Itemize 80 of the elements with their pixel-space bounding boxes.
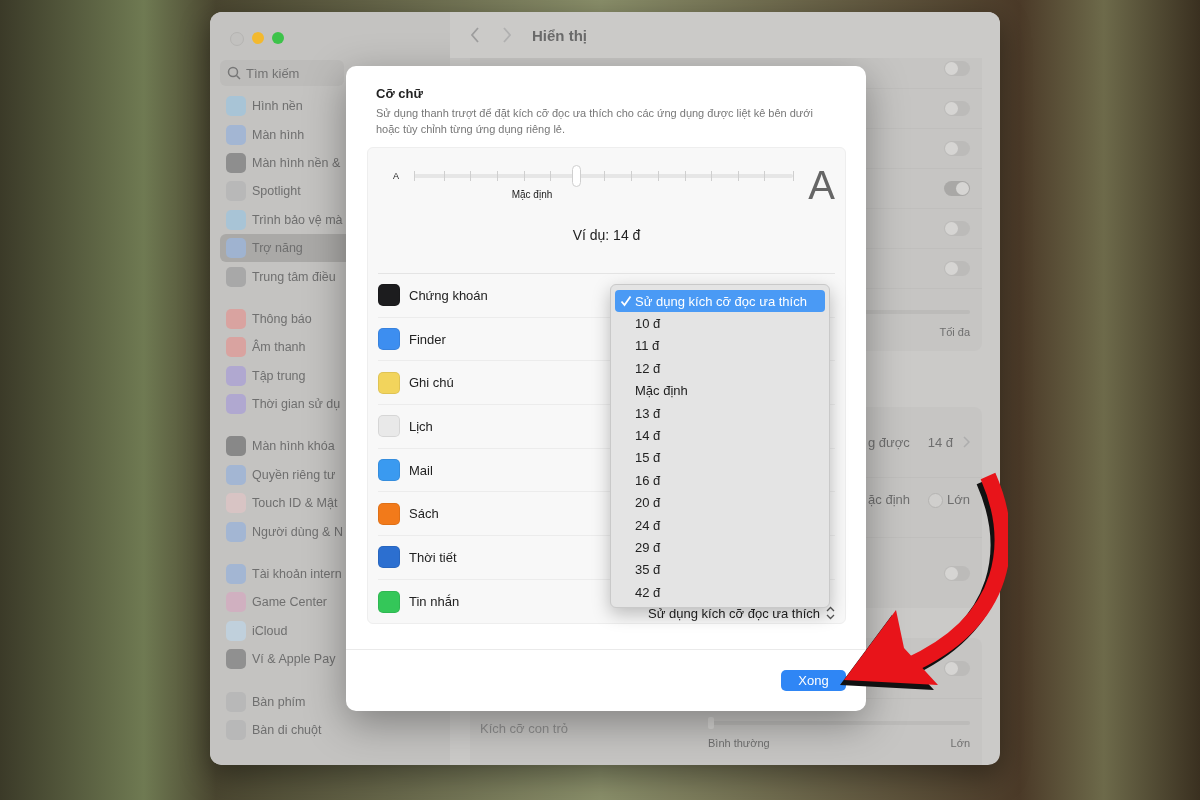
- search-field[interactable]: Tìm kiếm: [220, 60, 344, 86]
- slider-label: Lớn: [950, 737, 970, 749]
- toggle-switch[interactable]: [944, 660, 970, 676]
- option-label: Lớn: [947, 492, 970, 507]
- setting-value: 14 đ: [927, 434, 953, 450]
- sidebar-item[interactable]: Màn hình nền &: [220, 148, 346, 178]
- option-label: ặc định: [868, 492, 910, 507]
- menu-item[interactable]: 16 đ: [615, 469, 825, 492]
- toggle-switch[interactable]: [944, 101, 970, 116]
- chevron-right-icon: [963, 436, 970, 448]
- app-name: Finder: [409, 331, 446, 347]
- sidebar-item[interactable]: iCloud: [220, 616, 346, 646]
- app-name: Ghi chú: [409, 375, 454, 391]
- sidebar-item[interactable]: Người dùng & N: [220, 517, 346, 546]
- app-name: Mail: [409, 462, 433, 478]
- toggle-switch[interactable]: [944, 61, 970, 76]
- menu-item[interactable]: 42 đ: [615, 581, 825, 604]
- sidebar-item[interactable]: Trình bảo vệ mà: [220, 205, 346, 234]
- search-icon: [227, 66, 241, 80]
- example-text: Ví dụ: 14 đ: [571, 227, 642, 243]
- sidebar-item[interactable]: Thông báo: [220, 304, 346, 334]
- toggle-switch[interactable]: [944, 181, 970, 196]
- slider-handle[interactable]: [708, 717, 714, 729]
- app-name: Thời tiết: [409, 549, 457, 565]
- sidebar-item[interactable]: Bàn di chuột: [220, 715, 346, 745]
- back-icon[interactable]: [470, 27, 480, 43]
- zoom-icon[interactable]: [272, 32, 284, 44]
- slider-thumb[interactable]: [572, 165, 582, 187]
- app-name: Lịch: [409, 418, 433, 434]
- sidebar-item[interactable]: Spotlight: [220, 177, 346, 206]
- menu-item[interactable]: 35 đ: [615, 558, 825, 582]
- sidebar-item[interactable]: Touch ID & Mật: [220, 489, 346, 518]
- slider-track[interactable]: [708, 717, 970, 729]
- sidebar-item[interactable]: Màn hình khóa: [220, 432, 346, 461]
- sidebar-item[interactable]: Màn hình: [220, 120, 346, 149]
- sidebar-item[interactable]: Âm thanh: [220, 333, 346, 362]
- sidebar-item[interactable]: Tập trung: [220, 361, 346, 390]
- toggle-switch[interactable]: [944, 565, 970, 581]
- menu-item[interactable]: Sử dụng kích cỡ đọc ưa thích: [615, 290, 825, 313]
- app-name: Chứng khoán: [409, 287, 488, 303]
- dialog-description: Sử dụng thanh trượt để đặt kích cỡ đọc ưa thích cho các ứng dụng được liệt kê bên dưới hoặc tùy chỉnh từng ứng dụng riêng lẻ.: [376, 106, 814, 137]
- app-name: Sách: [409, 506, 439, 522]
- small-text-label: A: [393, 171, 400, 181]
- slider-label: Tối đa: [939, 326, 970, 338]
- menu-item[interactable]: 14 đ: [615, 424, 825, 447]
- size-popup[interactable]: Sử dụng kích cỡ đọc ưa thích: [648, 605, 835, 621]
- sidebar-item[interactable]: Game Center: [220, 588, 346, 617]
- updown-chevron-icon: [826, 606, 835, 620]
- large-text-label: A: [808, 165, 835, 205]
- menu-item[interactable]: 10 đ: [615, 312, 825, 335]
- sidebar-item[interactable]: Ví & Apple Pay: [220, 645, 346, 674]
- toggle-switch[interactable]: [944, 221, 970, 236]
- app-name: Tin nhắn: [409, 594, 460, 610]
- sidebar-item[interactable]: Quyền riêng tư: [220, 460, 346, 490]
- menu-item[interactable]: 12 đ: [615, 357, 825, 380]
- checkmark-icon: [620, 295, 632, 307]
- slider-label: Mặc định: [511, 189, 554, 200]
- toggle-switch[interactable]: [944, 261, 970, 276]
- sidebar-item[interactable]: Trợ năng: [220, 233, 346, 263]
- done-button[interactable]: Xong: [781, 670, 846, 691]
- window-title: Hiển thị: [532, 26, 587, 44]
- menu-item[interactable]: 11 đ: [615, 334, 825, 358]
- menu-item[interactable]: Mặc định: [615, 379, 825, 402]
- setting-label: g được: [867, 434, 910, 450]
- sidebar-item[interactable]: Tài khoản intern: [220, 559, 346, 589]
- menu-item[interactable]: 20 đ: [615, 491, 825, 514]
- menu-item[interactable]: 29 đ: [615, 536, 825, 559]
- menu-item[interactable]: 15 đ: [615, 446, 825, 470]
- sidebar-item[interactable]: Trung tâm điều: [220, 262, 346, 291]
- menu-item[interactable]: 13 đ: [615, 401, 825, 425]
- toggle-switch[interactable]: [944, 141, 970, 156]
- menu-item[interactable]: 24 đ: [615, 513, 825, 537]
- sidebar-item[interactable]: Bàn phím: [220, 687, 346, 716]
- minimize-icon[interactable]: [252, 32, 264, 44]
- sidebar-item[interactable]: Thời gian sử dụ: [220, 389, 346, 419]
- radio-button[interactable]: [928, 493, 943, 508]
- sidebar-item[interactable]: Hình nền: [220, 92, 346, 121]
- slider-label: Bình thường: [708, 737, 770, 749]
- dialog-title: Cỡ chữ: [376, 86, 424, 101]
- forward-icon[interactable]: [502, 27, 512, 43]
